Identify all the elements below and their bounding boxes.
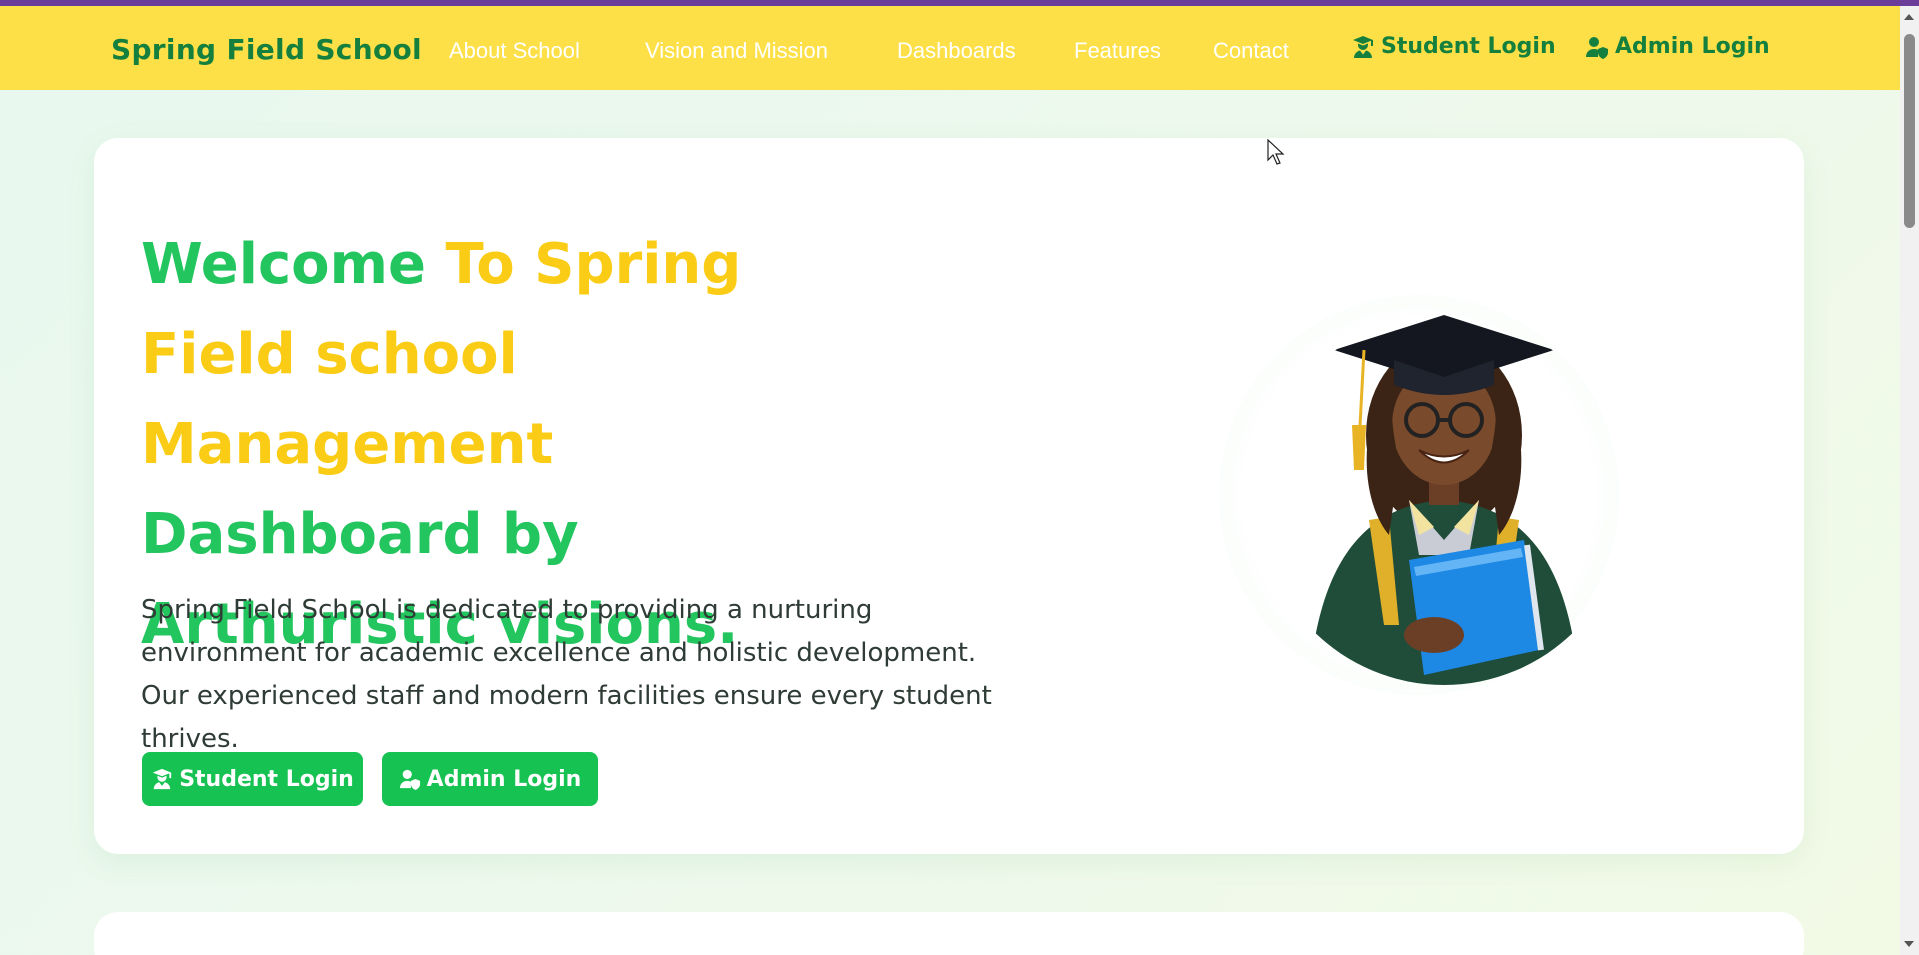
user-shield-icon — [399, 769, 420, 790]
nav-link-features[interactable]: Features — [1074, 38, 1161, 64]
hero-admin-login-button[interactable]: Admin Login — [382, 752, 598, 806]
nav-link-vision-mission[interactable]: Vision and Mission — [645, 38, 828, 64]
mouse-cursor-icon — [1267, 139, 1285, 165]
nav-admin-login-button[interactable]: Admin Login — [1585, 34, 1770, 59]
nav-link-contact[interactable]: Contact — [1213, 38, 1289, 64]
scroll-up-arrow-icon[interactable] — [1904, 14, 1914, 20]
graduate-student-photo — [1309, 315, 1579, 685]
nav-student-login-button[interactable]: Student Login — [1351, 34, 1556, 59]
nav-link-about-school[interactable]: About School — [449, 38, 580, 64]
top-navbar: Spring Field School About School Vision … — [0, 6, 1900, 90]
nav-link-dashboards[interactable]: Dashboards — [897, 38, 1016, 64]
hero-admin-login-label: Admin Login — [426, 766, 582, 792]
brand-logo-text[interactable]: Spring Field School — [111, 33, 422, 66]
user-shield-icon — [1586, 36, 1608, 59]
next-section-card — [94, 912, 1804, 955]
scroll-down-arrow-icon[interactable] — [1904, 941, 1914, 947]
hero-title-welcome: Welcome — [141, 232, 446, 297]
graduate-user-icon — [153, 768, 172, 790]
nav-admin-login-label: Admin Login — [1615, 34, 1770, 59]
hero-student-login-button[interactable]: Student Login — [142, 752, 363, 806]
nav-student-login-label: Student Login — [1381, 34, 1556, 59]
hero-description: Spring Field School is dedicated to prov… — [141, 595, 992, 754]
graduate-user-icon — [1353, 35, 1373, 58]
hero-student-login-label: Student Login — [179, 766, 354, 792]
scroll-thumb[interactable] — [1904, 34, 1915, 228]
page-scrollbar[interactable] — [1900, 6, 1919, 955]
